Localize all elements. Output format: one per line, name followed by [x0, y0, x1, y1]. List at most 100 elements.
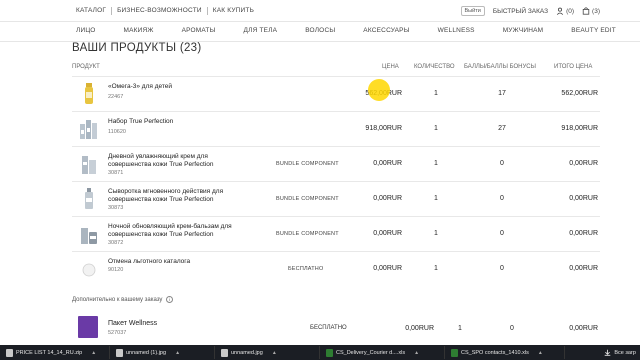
product-image[interactable] — [78, 152, 100, 176]
additional-note-text: Дополнительно к вашему заказу — [72, 297, 163, 304]
category-wellness[interactable]: WELLNESS — [438, 27, 475, 34]
nav-how-to-buy[interactable]: КАК КУПИТЬ — [206, 7, 259, 15]
download-icon — [605, 349, 611, 356]
table-row: Ночной обновляющий крем-бальзам для сове… — [72, 216, 600, 250]
download-item[interactable]: PRICE LIST 14_14_RU.zip ▲ — [0, 346, 110, 359]
product-code: 30872 — [108, 240, 124, 246]
zip-file-icon — [6, 348, 13, 357]
category-makeup[interactable]: МАКИЯЖ — [123, 27, 153, 34]
nav-catalog[interactable]: КАТАЛОГ — [76, 7, 111, 15]
chevron-up-icon[interactable]: ▲ — [175, 350, 180, 356]
excel-file-icon — [451, 348, 458, 357]
image-file-icon — [116, 348, 123, 357]
additional-note: Дополнительно к вашему заказу i — [72, 296, 174, 304]
product-image[interactable] — [78, 82, 100, 106]
product-code: 527037 — [108, 330, 127, 336]
category-men[interactable]: МУЖЧИНАМ — [503, 27, 544, 34]
download-item-label: CS_Delivery_Courier d....xls — [336, 349, 406, 356]
chevron-up-icon[interactable]: ▲ — [538, 350, 543, 356]
product-qty: 1 — [458, 325, 462, 332]
product-qty[interactable]: 1 — [430, 125, 442, 132]
category-fragrance[interactable]: АРОМАТЫ — [182, 27, 216, 34]
download-item-label: PRICE LIST 14_14_RU.zip — [16, 349, 83, 356]
download-item-label: unnamed.jpg — [231, 349, 263, 356]
product-name[interactable]: Дневной увлажняющий крем для совершенств… — [108, 153, 248, 169]
table-row: «Омега-3» для детей 22467 562,00RUR 1 17… — [72, 76, 600, 110]
product-points: 0 — [500, 160, 504, 167]
product-price: 0,00RUR — [373, 265, 402, 272]
product-image[interactable] — [78, 187, 100, 211]
chevron-up-icon[interactable]: ▲ — [414, 350, 419, 356]
download-item[interactable]: unnamed (1).jpg ▲ — [110, 346, 215, 359]
nav-business[interactable]: БИЗНЕС-ВОЗМОЖНОСТИ — [111, 7, 207, 15]
account-select[interactable]: Выйти — [460, 6, 485, 16]
product-qty: 1 — [434, 265, 438, 272]
product-points: 0 — [510, 325, 514, 332]
top-nav: КАТАЛОГ БИЗНЕС-ВОЗМОЖНОСТИ КАК КУПИТЬ — [76, 7, 259, 15]
category-body[interactable]: ДЛЯ ТЕЛА — [244, 27, 278, 34]
category-hair[interactable]: ВОЛОСЫ — [305, 27, 335, 34]
cart-count: (3) — [592, 7, 600, 15]
free-tag: БЕСПЛАТНО — [310, 325, 347, 331]
extra-item-row: Пакет Wellness 527037 БЕСПЛАТНО 0,00RUR … — [72, 314, 600, 342]
header-points: БАЛЛЫ/БАЛЛЫ БОНУСЫ — [464, 64, 536, 70]
download-item-label: unnamed (1).jpg — [126, 349, 167, 356]
category-accessories[interactable]: АКСЕССУАРЫ — [363, 27, 409, 34]
product-total: 0,00RUR — [569, 195, 598, 202]
download-item-label: CS_SPO contacts_1410.xls — [461, 349, 529, 356]
product-code: 30871 — [108, 170, 124, 176]
download-item[interactable]: unnamed.jpg ▲ — [215, 346, 320, 359]
product-price: 0,00RUR — [373, 195, 402, 202]
product-image[interactable] — [78, 257, 100, 281]
product-image[interactable] — [78, 316, 98, 338]
table-header: ПРОДУКТ ЦЕНА КОЛИЧЕСТВО БАЛЛЫ/БАЛЛЫ БОНУ… — [72, 64, 600, 76]
shopping-bag-icon — [582, 7, 590, 15]
bundle-component-tag: BUNDLE COMPONENT — [276, 196, 339, 202]
product-name[interactable]: Набор True Perfection — [108, 118, 248, 126]
product-price: 918,00RUR — [365, 125, 402, 132]
product-code: 110620 — [108, 129, 126, 135]
image-file-icon — [221, 348, 228, 357]
wishlist-button[interactable]: (0) — [556, 7, 574, 15]
product-name[interactable]: Сыворотка мгновенного действия для совер… — [108, 188, 248, 204]
product-price: 0,00RUR — [373, 160, 402, 167]
product-qty[interactable]: 1 — [430, 90, 442, 97]
top-right-tools: Выйти БЫСТРЫЙ ЗАКАЗ (0) (3) — [460, 6, 600, 16]
product-name[interactable]: Ночной обновляющий крем-бальзам для сове… — [108, 223, 248, 239]
quick-order-link[interactable]: БЫСТРЫЙ ЗАКАЗ — [493, 8, 548, 15]
product-qty: 1 — [434, 195, 438, 202]
product-qty: 1 — [434, 230, 438, 237]
product-total: 918,00RUR — [561, 125, 598, 132]
product-name[interactable]: Отмена льготного каталога — [108, 258, 248, 266]
page-title: ВАШИ ПРОДУКТЫ (23) — [72, 42, 202, 54]
table-row: Сыворотка мгновенного действия для совер… — [72, 181, 600, 215]
wishlist-count: (0) — [566, 7, 575, 15]
chevron-up-icon[interactable]: ▲ — [272, 350, 277, 356]
product-image[interactable] — [78, 222, 100, 246]
show-all-downloads[interactable]: Все загр — [604, 346, 636, 359]
product-name[interactable]: «Омега-3» для детей — [108, 83, 248, 91]
product-total: 0,00RUR — [569, 265, 598, 272]
table-row: Отмена льготного каталога 90120 БЕСПЛАТН… — [72, 251, 600, 285]
header-total: ИТОГО ЦЕНА — [554, 64, 593, 70]
product-code: 22467 — [108, 94, 124, 100]
product-price: 0,00RUR — [373, 230, 402, 237]
free-tag: БЕСПЛАТНО — [288, 266, 324, 272]
category-beauty-edit[interactable]: BEAUTY EDIT — [571, 27, 616, 34]
product-image[interactable] — [78, 117, 100, 141]
header-product: ПРОДУКТ — [72, 64, 100, 70]
cart-button[interactable]: (3) — [582, 7, 600, 15]
category-nav: ЛИЦО МАКИЯЖ АРОМАТЫ ДЛЯ ТЕЛА ВОЛОСЫ АКСЕ… — [76, 27, 616, 34]
downloads-bar: PRICE LIST 14_14_RU.zip ▲ unnamed (1).jp… — [0, 345, 640, 360]
category-face[interactable]: ЛИЦО — [76, 27, 95, 34]
product-name[interactable]: Пакет Wellness — [108, 320, 157, 327]
info-icon[interactable]: i — [166, 296, 174, 303]
product-points: 0 — [500, 265, 504, 272]
product-total: 0,00RUR — [569, 325, 598, 332]
product-total: 562,00RUR — [561, 90, 598, 97]
download-item[interactable]: CS_Delivery_Courier d....xls ▲ — [320, 346, 445, 359]
download-item[interactable]: CS_SPO contacts_1410.xls ▲ — [445, 346, 565, 359]
category-bar: ЛИЦО МАКИЯЖ АРОМАТЫ ДЛЯ ТЕЛА ВОЛОСЫ АКСЕ… — [0, 22, 640, 42]
product-qty: 1 — [434, 160, 438, 167]
chevron-up-icon[interactable]: ▲ — [91, 350, 96, 356]
